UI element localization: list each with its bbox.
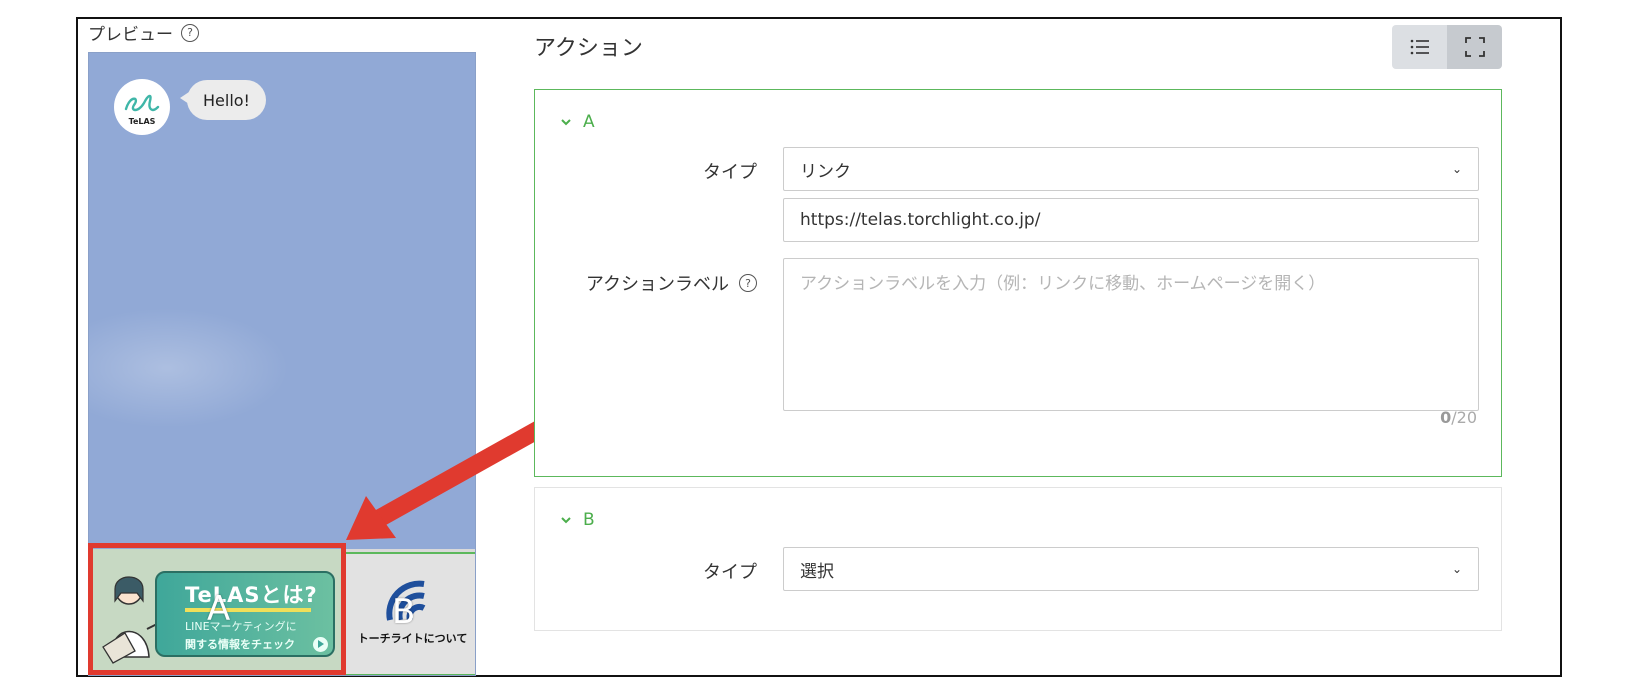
action-label-placeholder: アクションラベルを入力（例：リンクに移動、ホームページを開く） <box>800 274 1326 294</box>
type-select-b-value: 選択 <box>800 561 834 582</box>
chevron-down-icon <box>561 119 571 126</box>
chat-bubble: Hello! <box>180 80 266 120</box>
type-label-a: タイプ <box>703 162 757 183</box>
action-card-b: B タイプ 選択 ⌄ <box>534 487 1502 631</box>
avatar: TeLAS <box>114 79 170 135</box>
logo-icon <box>124 94 160 111</box>
highlight-box <box>88 543 346 675</box>
chevron-down-icon <box>561 517 571 524</box>
chat-message: Hello! <box>203 90 250 110</box>
help-icon[interactable]: ? <box>181 23 199 42</box>
type-select-b[interactable]: 選択 ⌄ <box>783 547 1479 591</box>
fullscreen-icon <box>1464 37 1485 57</box>
type-select-a[interactable]: リンク ⌄ <box>783 147 1479 191</box>
list-icon <box>1410 39 1429 55</box>
view-toggle <box>1392 25 1502 69</box>
section-b-toggle[interactable]: B <box>561 510 595 530</box>
section-b-title: B <box>583 510 595 530</box>
url-input-a[interactable]: https://telas.torchlight.co.jp/ <box>783 198 1479 242</box>
section-a-title: A <box>583 112 595 132</box>
chevron-down-icon: ⌄ <box>1451 562 1462 576</box>
section-a-toggle[interactable]: A <box>561 112 595 132</box>
preview-title: プレビュー ? <box>88 20 199 45</box>
action-title: アクション <box>534 36 643 61</box>
area-b-caption: トーチライトについて <box>357 632 468 645</box>
url-input-a-value: https://telas.torchlight.co.jp/ <box>800 210 1041 230</box>
preview-title-text: プレビュー <box>88 25 173 45</box>
type-select-a-value: リンク <box>800 161 851 182</box>
char-counter: 0/20 <box>1440 408 1477 427</box>
action-label-textarea-a[interactable]: アクションラベルを入力（例：リンクに移動、ホームページを開く） <box>783 258 1479 411</box>
rich-menu-area-b[interactable]: B トーチライトについて <box>344 552 475 675</box>
type-label-b: タイプ <box>703 562 757 583</box>
area-label-b: B <box>392 592 416 632</box>
help-icon[interactable]: ? <box>739 274 757 292</box>
action-label-label-a: アクションラベル ? <box>586 270 757 296</box>
fullscreen-view-button[interactable] <box>1447 25 1502 69</box>
background-cloud <box>89 303 299 433</box>
avatar-label: TeLAS <box>128 116 156 126</box>
chevron-down-icon: ⌄ <box>1451 162 1462 176</box>
action-card-a: A タイプ リンク ⌄ https://telas.torchlight.co.… <box>534 89 1502 477</box>
list-view-button[interactable] <box>1392 25 1447 69</box>
